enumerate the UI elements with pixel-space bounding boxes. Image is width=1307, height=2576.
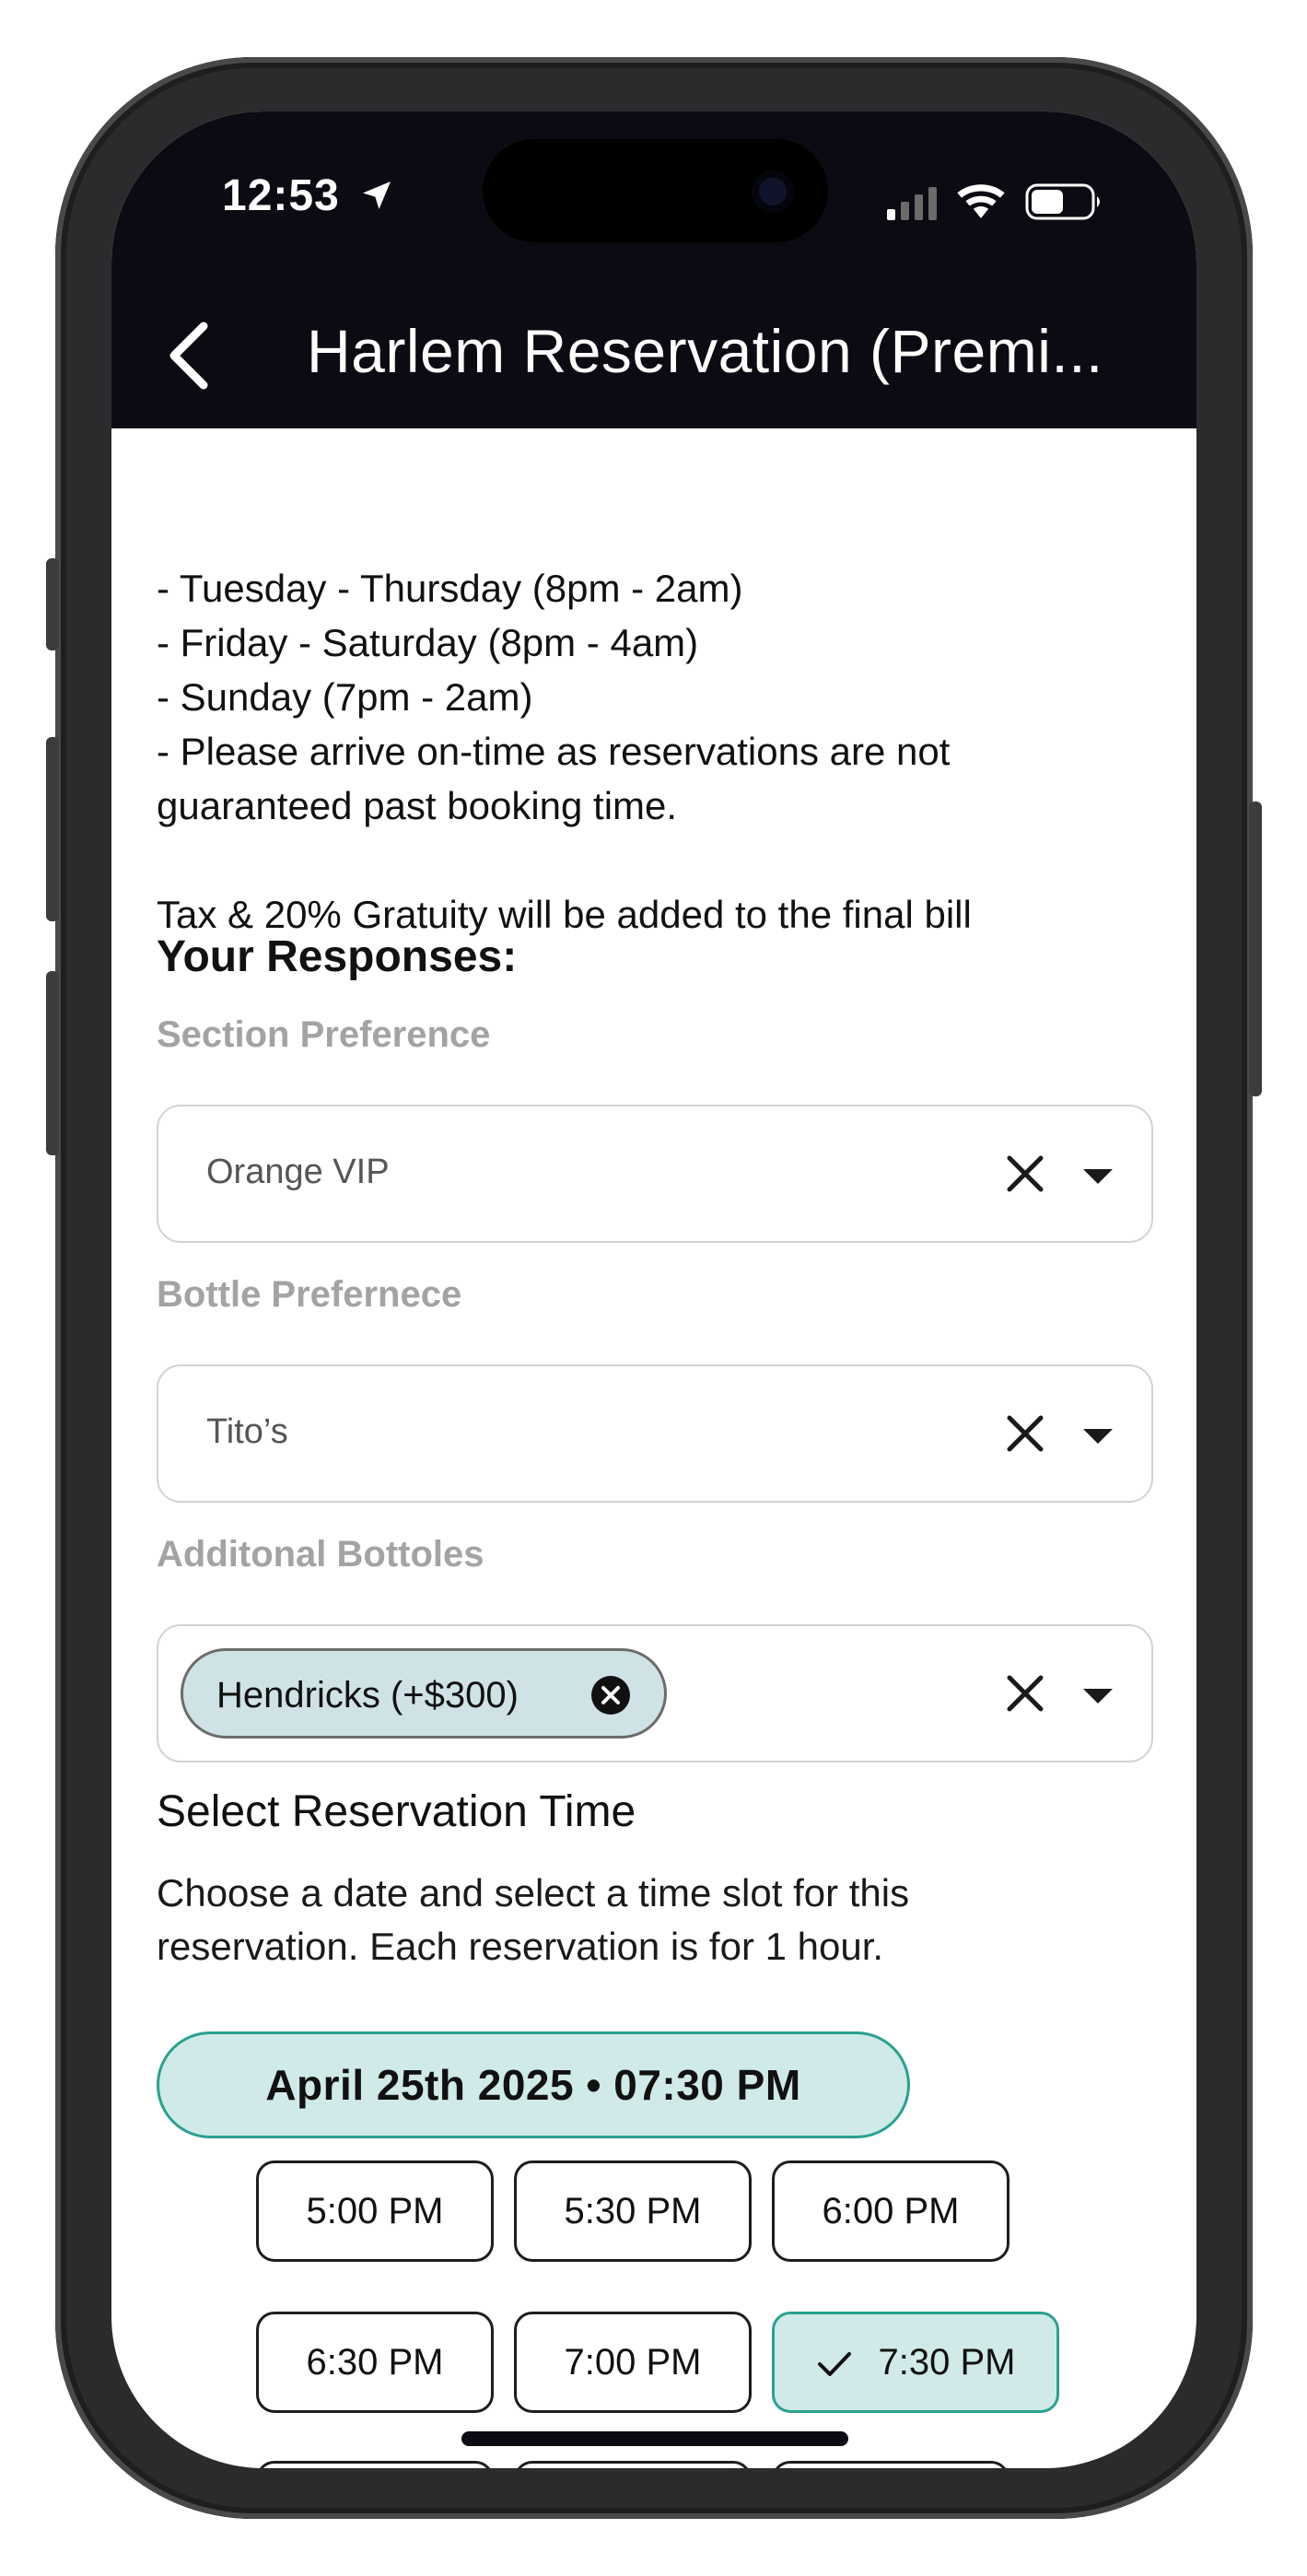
time-slot-peek <box>514 2461 752 2468</box>
side-button-volume-up <box>46 737 59 921</box>
bottle-preference-select[interactable]: Tito’s <box>157 1364 1153 1503</box>
chip-remove-icon[interactable] <box>590 1675 631 1715</box>
clear-icon[interactable] <box>1002 1670 1048 1716</box>
additional-bottles-label: Additonal Bottoles <box>157 1534 484 1575</box>
additional-bottles-select[interactable]: Hendricks (+$300) <box>157 1624 1153 1762</box>
selected-slot-label: 7:30 PM <box>878 2342 1016 2383</box>
check-icon <box>817 2352 851 2377</box>
clear-icon[interactable] <box>1002 1411 1048 1457</box>
wifi-icon <box>957 184 1005 218</box>
time-slot-peek <box>772 2461 1009 2468</box>
selected-chip: Hendricks (+$300) <box>181 1648 667 1739</box>
cellular-signal-icon <box>887 187 937 220</box>
time-slot-peek <box>256 2461 494 2468</box>
time-slot-button-selected[interactable]: 7:30 PM <box>772 2312 1059 2413</box>
time-slot-button[interactable]: 7:00 PM <box>514 2312 752 2413</box>
battery-icon <box>1025 183 1100 220</box>
section-preference-value: Orange VIP <box>206 1153 390 1191</box>
side-button-power <box>1249 802 1262 1096</box>
screen: 12:53 Harlem Reservation (Premi... - Tue… <box>111 111 1196 2468</box>
reservation-time-title: Select Reservation Time <box>157 1787 636 1836</box>
reservation-description-line: reservation. Each reservation is for 1 h… <box>157 1925 884 1968</box>
time-slot-button[interactable]: 6:30 PM <box>256 2312 494 2413</box>
status-time: 12:53 <box>222 170 395 221</box>
bottle-preference-label: Bottle Prefernece <box>157 1274 462 1315</box>
side-button-volume-down <box>46 971 59 1155</box>
dynamic-island <box>483 139 828 242</box>
page-title: Harlem Reservation (Premi... <box>307 317 1103 385</box>
selected-date-button[interactable]: April 25th 2025 • 07:30 PM <box>157 2032 910 2138</box>
description-line: Tax & 20% Gratuity will be added to the … <box>157 893 972 936</box>
side-button-action <box>46 558 59 650</box>
description-line: guaranteed past booking time. <box>157 784 678 827</box>
description-line: - Tuesday - Thursday (8pm - 2am) <box>157 567 743 610</box>
caret-down-icon[interactable] <box>1079 1167 1116 1186</box>
chip-label: Hendricks (+$300) <box>216 1675 519 1715</box>
chevron-left-icon[interactable] <box>163 319 218 392</box>
home-indicator[interactable] <box>461 2431 848 2446</box>
description-line: - Sunday (7pm - 2am) <box>157 675 533 719</box>
bottle-preference-value: Tito’s <box>206 1412 288 1451</box>
section-preference-label: Section Preference <box>157 1014 491 1055</box>
caret-down-icon[interactable] <box>1079 1427 1116 1446</box>
description-line: - Please arrive on-time as reservations … <box>157 730 951 773</box>
time-slot-button[interactable]: 5:00 PM <box>256 2160 494 2262</box>
section-preference-select[interactable]: Orange VIP <box>157 1105 1153 1243</box>
status-time-text: 12:53 <box>222 171 340 220</box>
description-line: - Friday - Saturday (8pm - 4am) <box>157 621 699 664</box>
location-arrow-icon <box>363 181 391 209</box>
clear-icon[interactable] <box>1002 1151 1048 1197</box>
responses-heading: Your Responses: <box>157 932 518 981</box>
caret-down-icon[interactable] <box>1079 1687 1116 1705</box>
time-slot-button[interactable]: 6:00 PM <box>772 2160 1009 2262</box>
camera-icon <box>752 170 794 213</box>
reservation-description-line: Choose a date and select a time slot for… <box>157 1871 910 1914</box>
top-bar: 12:53 Harlem Reservation (Premi... <box>111 111 1196 428</box>
time-slot-button[interactable]: 5:30 PM <box>514 2160 752 2262</box>
